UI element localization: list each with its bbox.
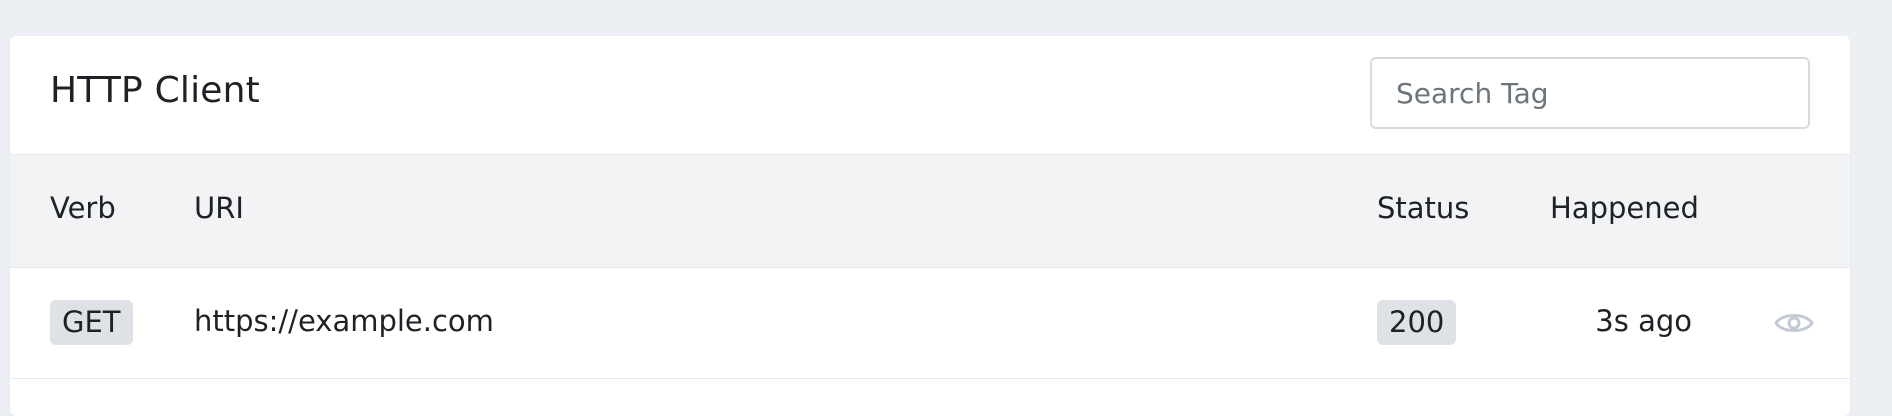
happened-cell: 3s ago: [1595, 304, 1692, 338]
eye-icon: [1774, 314, 1814, 332]
column-header-uri: URI: [194, 191, 244, 225]
search-tag-input[interactable]: [1370, 57, 1810, 129]
uri-cell: https://example.com: [194, 304, 494, 338]
view-details-button[interactable]: [1772, 304, 1816, 342]
http-client-card: HTTP Client Verb URI Status Happened GET…: [10, 36, 1850, 416]
status-badge: 200: [1377, 300, 1457, 345]
table-header: Verb URI Status Happened: [10, 155, 1850, 268]
card-header: HTTP Client: [10, 36, 1850, 155]
column-header-happened: Happened: [1550, 191, 1699, 225]
table-row[interactable]: GET https://example.com 200 3s ago: [10, 268, 1850, 379]
page-title: HTTP Client: [50, 70, 260, 111]
column-header-verb: Verb: [50, 191, 116, 225]
verb-badge: GET: [50, 300, 133, 345]
column-header-status: Status: [1377, 191, 1470, 225]
